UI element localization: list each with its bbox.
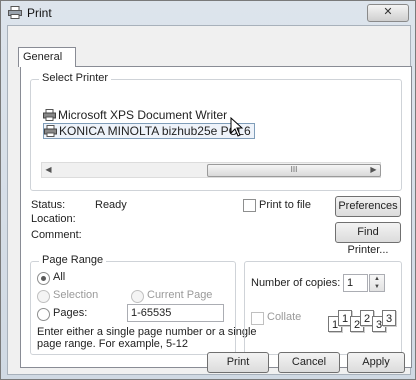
spin-up-icon[interactable]: ▲ [370,275,384,283]
select-printer-legend: Select Printer [39,72,112,84]
comment-label: Comment: [31,229,82,241]
radio-selection[interactable] [37,290,50,303]
window-title: Print [27,6,52,20]
printer-list-scrollbar[interactable]: ◀ III ▶ [41,162,381,178]
printer-name: Microsoft XPS Document Writer [58,108,228,122]
find-printer-button[interactable]: Find Printer... [335,222,401,256]
status-value: Ready [95,199,127,211]
general-tab-panel: Select Printer Microsoft XPS Document Wr… [20,66,412,368]
printer-icon [43,109,56,121]
scroll-right-icon[interactable]: ▶ [367,163,380,177]
copies-input[interactable]: 1 [343,274,368,292]
preferences-button[interactable]: Preferences [335,196,401,217]
print-to-file-checkbox[interactable] [243,199,256,212]
status-label: Status: [31,199,66,211]
printer-list[interactable]: Microsoft XPS Document Writer KONICA MIN… [43,96,383,160]
title-bar: Print ✕ [1,1,415,25]
mouse-cursor-icon [230,117,244,137]
scroll-left-icon[interactable]: ◀ [42,163,55,177]
radio-current-page[interactable] [131,290,144,303]
printer-icon [8,6,22,19]
dialog-client-area: General Select Printer Microsoft XPS Doc… [7,25,412,375]
pages-input[interactable]: 1-65535 [127,304,224,322]
select-printer-group: Select Printer Microsoft XPS Document Wr… [30,72,402,191]
page-range-help-line1: Enter either a single page number or a s… [37,326,257,338]
print-to-file-label[interactable]: Print to file [259,199,311,211]
radio-pages-label[interactable]: Pages: [53,307,87,319]
print-button[interactable]: Print [207,352,269,373]
printer-item-xps[interactable]: Microsoft XPS Document Writer [43,108,227,122]
scroll-thumb[interactable]: III [207,164,381,177]
spin-down-icon[interactable]: ▼ [370,283,384,291]
print-dialog: Print ✕ General Select Printer Microsoft… [0,0,416,380]
printer-name: KONICA MINOLTA bizhub25e PCL6 [59,124,251,138]
location-label: Location: [31,213,76,225]
printer-item-konica[interactable]: KONICA MINOLTA bizhub25e PCL6 [43,123,255,139]
radio-current-page-label[interactable]: Current Page [147,289,212,301]
close-button[interactable]: ✕ [367,4,409,22]
number-of-copies-label: Number of copies: [251,277,341,289]
page-range-help-line2: page range. For example, 5-12 [37,338,189,350]
collate-page: 3 [382,310,396,326]
page-range-group: Page Range All Selection Current Page Pa… [30,254,257,355]
printer-icon [44,125,57,137]
tab-general[interactable]: General [18,47,76,67]
collate-checkbox[interactable] [251,312,264,325]
radio-all[interactable] [37,272,50,285]
apply-button[interactable]: Apply [347,352,405,373]
radio-selection-label[interactable]: Selection [53,289,98,301]
close-icon: ✕ [383,6,393,18]
radio-all-label[interactable]: All [53,271,65,283]
collate-label[interactable]: Collate [267,311,301,323]
copies-group: Number of copies: 1 ▲ ▼ Collate 1 1 2 2 … [244,261,402,355]
radio-pages[interactable] [37,308,50,321]
cancel-button[interactable]: Cancel [278,352,340,373]
page-range-legend: Page Range [39,254,107,266]
copies-spinner[interactable]: ▲ ▼ [369,274,385,292]
